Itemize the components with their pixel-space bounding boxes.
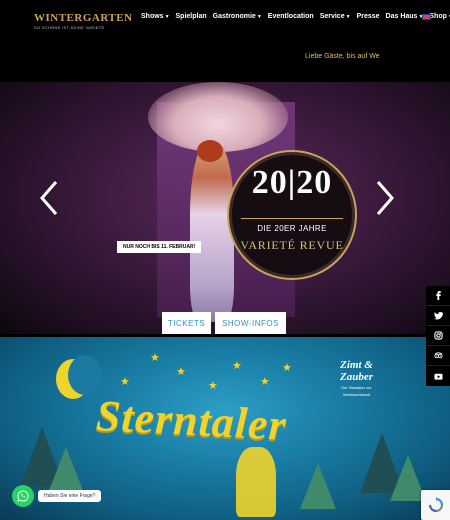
- nav-item-label: Presse: [356, 13, 380, 20]
- nav-item-shop[interactable]: Shop▼: [429, 13, 450, 20]
- nav-item-gastronomie[interactable]: Gastronomie▼: [213, 13, 262, 20]
- star-icon: ★: [150, 352, 160, 364]
- nav-item-service[interactable]: Service▼: [320, 13, 351, 20]
- show-badge: 20|20 DIE 20ER JAHRE VARIETÉ REVUE: [227, 150, 357, 280]
- nav-item-shows[interactable]: Shows▼: [141, 13, 170, 20]
- social-sidebar: [426, 286, 450, 386]
- star-icon: ★: [176, 366, 186, 378]
- star-icon: ★: [282, 362, 292, 374]
- site-logo[interactable]: WINTERGARTEN SO SCHÖNE IST KEINE VARIETÉ: [34, 12, 133, 30]
- logo-tagline: SO SCHÖNE IST KEINE VARIETÉ: [34, 25, 105, 30]
- whatsapp-icon: [17, 490, 29, 502]
- star-icon: ★: [208, 380, 218, 392]
- nav-item-label: Gastronomie: [212, 13, 256, 20]
- chat-prompt[interactable]: Haben Sie eine Frage?: [38, 490, 102, 502]
- show-info-button[interactable]: SHOW-INFOS: [215, 312, 286, 334]
- recaptcha-badge[interactable]: [421, 490, 450, 520]
- badge-subtitle: DIE 20ER JAHRE: [257, 224, 327, 233]
- tripadvisor-icon[interactable]: [426, 346, 450, 366]
- nav-item-presse[interactable]: Presse: [357, 13, 380, 20]
- zimt-subtitle-line-2: Weihnachtszeit: [342, 392, 371, 398]
- pine-tree-image: [300, 463, 336, 509]
- badge-number: 20|20: [251, 164, 333, 201]
- dancer-image: [190, 142, 234, 322]
- whatsapp-chat-button[interactable]: [12, 485, 34, 507]
- nav-item-spielplan[interactable]: Spielplan: [176, 13, 207, 20]
- dancer-hair-image: [197, 140, 223, 162]
- star-icon: ★: [120, 376, 130, 388]
- chevron-down-icon: ▼: [345, 14, 351, 20]
- hero-slider: 20|20 DIE 20ER JAHRE VARIETÉ REVUE NUR N…: [0, 82, 450, 334]
- zimt-subtitle-line-1: Der Klassiker zur: [341, 385, 372, 391]
- instagram-icon[interactable]: [426, 326, 450, 346]
- nav-item-eventlocation[interactable]: Eventlocation: [268, 13, 314, 20]
- nav-item-label: Das Haus: [385, 13, 418, 20]
- star-icon: ★: [232, 360, 242, 372]
- main-nav: Shows▼ Spielplan Gastronomie▼ Eventlocat…: [141, 13, 450, 20]
- tickets-button[interactable]: TICKETS: [162, 312, 211, 334]
- nav-item-label: Eventlocation: [267, 13, 314, 20]
- site-header: WINTERGARTEN SO SCHÖNE IST KEINE VARIETÉ…: [0, 0, 450, 80]
- promo-title: Sterntaler: [94, 391, 289, 450]
- nav-item-label: Service: [319, 13, 345, 20]
- notice-date: 11. FEBRUAR!: [161, 244, 196, 250]
- notice-text: NUR NOCH BIS: [123, 244, 160, 250]
- sterntaler-girl-image: [236, 447, 276, 517]
- chevron-down-icon: ▼: [164, 14, 170, 20]
- zimt-zauber-logo: Zimt & Zauber Der Klassiker zur Weihnach…: [340, 359, 373, 397]
- badge-title: VARIETÉ REVUE: [240, 238, 344, 252]
- youtube-icon[interactable]: [426, 366, 450, 386]
- pine-tree-image: [48, 447, 84, 493]
- nav-item-label: Spielplan: [175, 13, 207, 20]
- nav-item-label: Shows: [141, 13, 164, 20]
- chevron-down-icon: ▼: [256, 14, 262, 20]
- badge-divider: [241, 218, 343, 219]
- twitter-icon[interactable]: [426, 306, 450, 326]
- chevron-right-icon[interactable]: [374, 180, 396, 216]
- chevron-left-icon[interactable]: [38, 180, 60, 216]
- zimt-title-line-2: Zauber: [340, 371, 373, 384]
- zimt-title-line-1: Zimt &: [340, 359, 373, 371]
- logo-wordmark: WINTERGARTEN: [34, 12, 133, 24]
- news-ticker[interactable]: Liebe Gäste, bis auf We: [305, 53, 380, 60]
- moon-shadow: [68, 355, 102, 395]
- nav-item-das-haus[interactable]: Das Haus▼: [386, 13, 424, 20]
- run-notice: NUR NOCH BIS 11. FEBRUAR!: [117, 241, 202, 253]
- language-flag-icon[interactable]: [422, 14, 431, 20]
- star-icon: ★: [260, 376, 270, 388]
- facebook-icon[interactable]: [426, 286, 450, 306]
- recaptcha-icon: [428, 497, 443, 513]
- nav-item-label: Shop: [429, 13, 447, 20]
